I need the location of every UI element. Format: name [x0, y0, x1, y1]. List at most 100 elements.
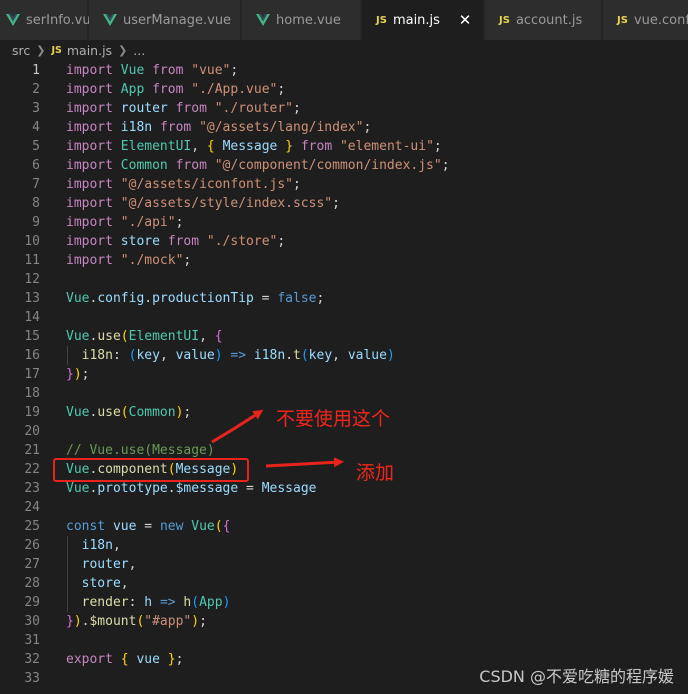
- code-line[interactable]: 2 import App from "./App.vue";: [0, 80, 688, 99]
- code-line[interactable]: 18: [0, 384, 688, 403]
- code-token: use: [97, 329, 121, 344]
- code-line[interactable]: 3 import router from "./router";: [0, 99, 688, 118]
- tab-usermanage-vue[interactable]: userManage.vue: [89, 0, 241, 40]
- code-editor[interactable]: 1 import Vue from "vue"; 2 import App from …: [0, 61, 688, 694]
- code-text: store,: [66, 574, 129, 593]
- js-icon: JS: [376, 14, 387, 26]
- code-token: App: [120, 82, 145, 97]
- code-line[interactable]: 29 render: h => h(App): [0, 593, 688, 612]
- code-text: import i18n from "@/assets/lang/index";: [66, 118, 371, 137]
- code-token: ;: [316, 291, 325, 306]
- tab-account-js[interactable]: JS account.js: [485, 0, 602, 40]
- code-token: :: [112, 348, 129, 363]
- code-line[interactable]: 10 import store from "./store";: [0, 232, 688, 251]
- code-line[interactable]: 26 i18n,: [0, 536, 688, 555]
- tab-label: account.js: [515, 12, 583, 28]
- code-token: import: [66, 215, 113, 230]
- tab-home-vue[interactable]: home.vue: [242, 0, 361, 40]
- code-token: :: [128, 595, 145, 610]
- code-token: =: [238, 481, 262, 496]
- code-token: prototype: [97, 481, 168, 496]
- code-line[interactable]: 31: [0, 631, 688, 650]
- code-token: "@/assets/iconfont.js": [120, 177, 293, 192]
- code-line[interactable]: 12: [0, 270, 688, 289]
- code-token: ;: [199, 614, 207, 629]
- code-token: import: [66, 253, 113, 268]
- code-token: "vue": [191, 63, 231, 78]
- code-token: from: [152, 82, 184, 97]
- code-token: }: [285, 139, 294, 154]
- breadcrumb-file[interactable]: main.js: [67, 43, 112, 58]
- code-token: Common: [120, 158, 168, 173]
- code-token: ;: [292, 177, 301, 192]
- code-token: import: [66, 177, 113, 192]
- close-icon[interactable]: ✕: [457, 12, 473, 28]
- code-token: App: [199, 595, 223, 610]
- code-token: const: [66, 519, 106, 534]
- code-token: router: [81, 557, 129, 572]
- line-number: 6: [32, 158, 40, 173]
- code-token: config: [97, 291, 145, 306]
- code-token: ElementUI: [120, 139, 192, 154]
- code-line[interactable]: 14: [0, 308, 688, 327]
- code-text: import ElementUI, { Message } from "elem…: [66, 137, 442, 156]
- code-token: value: [347, 348, 387, 363]
- code-line[interactable]: 24: [0, 498, 688, 517]
- tab-main-js[interactable]: JS main.js ✕: [362, 0, 484, 40]
- breadcrumb-more[interactable]: ...: [133, 43, 145, 58]
- code-token: {: [222, 519, 231, 534]
- code-line[interactable]: 15 Vue.use(ElementUI, {: [0, 327, 688, 346]
- code-token: ): [73, 367, 82, 382]
- code-line[interactable]: 11 import "./mock";: [0, 251, 688, 270]
- code-token: i18n: [81, 348, 113, 363]
- code-line[interactable]: 5 import ElementUI, { Message } from "ele…: [0, 137, 688, 156]
- code-text: }).$mount("#app");: [66, 612, 207, 631]
- code-line[interactable]: 17});: [0, 365, 688, 384]
- code-token: (: [214, 519, 223, 534]
- code-token: vue: [136, 652, 160, 667]
- code-token: new: [159, 519, 184, 534]
- code-line[interactable]: 13 Vue.config.productionTip = false;: [0, 289, 688, 308]
- code-line[interactable]: 30}).$mount("#app");: [0, 612, 688, 631]
- line-number: 25: [24, 519, 40, 534]
- code-token: ): [214, 348, 223, 363]
- code-line[interactable]: 1 import Vue from "vue";: [0, 61, 688, 80]
- code-token: ;: [441, 158, 450, 173]
- code-token: // Vue.use(Message): [66, 443, 215, 458]
- code-line[interactable]: 7 import "@/assets/iconfont.js";: [0, 175, 688, 194]
- tab-serinfo-vue[interactable]: serInfo.vue: [0, 0, 99, 40]
- line-number: 4: [32, 120, 40, 135]
- code-line[interactable]: 9 import "./api";: [0, 213, 688, 232]
- code-line[interactable]: 28 store,: [0, 574, 688, 593]
- editor-tab-bar: serInfo.vue userManage.vue home.vue JS m…: [0, 0, 688, 40]
- line-number: 10: [24, 234, 40, 249]
- code-token: i18n: [253, 348, 286, 363]
- code-line[interactable]: 25 const vue = new Vue({: [0, 517, 688, 536]
- code-line[interactable]: 27 router,: [0, 555, 688, 574]
- breadcrumb-folder[interactable]: src: [12, 43, 30, 58]
- code-line[interactable]: 16 i18n: (key, value) => i18n.t(key, val…: [0, 346, 688, 365]
- code-token: from: [152, 63, 184, 78]
- code-line[interactable]: 6 import Common from "@/component/common/…: [0, 156, 688, 175]
- vue-icon: [103, 14, 117, 26]
- code-token: router: [120, 101, 168, 116]
- line-number: 29: [24, 595, 40, 610]
- code-token: .: [167, 481, 176, 496]
- code-text: i18n: (key, value) => i18n.t(key, value): [66, 346, 395, 365]
- code-token: from: [300, 139, 333, 154]
- code-line[interactable]: 4 import i18n from "@/assets/lang/index";: [0, 118, 688, 137]
- code-token: ;: [175, 652, 184, 667]
- tab-vue-config-js[interactable]: JS vue.confi: [603, 0, 688, 40]
- code-line[interactable]: 8 import "@/assets/style/index.scss";: [0, 194, 688, 213]
- code-token: productionTip: [152, 291, 254, 306]
